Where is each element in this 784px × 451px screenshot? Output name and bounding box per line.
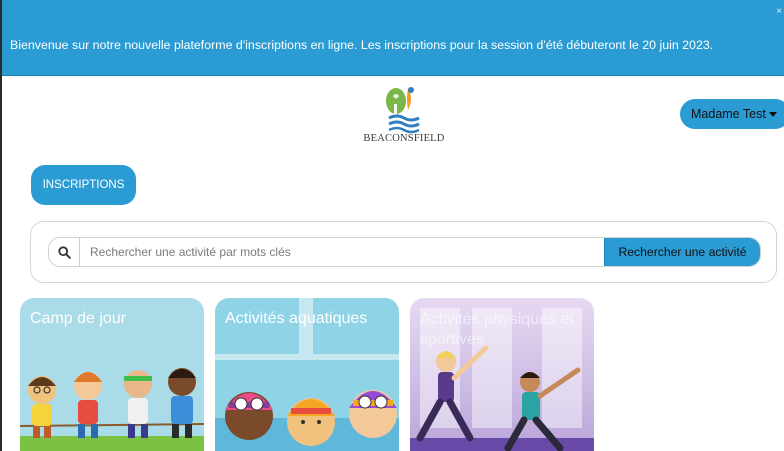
category-title: Activités aquatiques bbox=[225, 310, 368, 327]
inscriptions-button[interactable]: INSCRIPTIONS bbox=[31, 165, 136, 205]
category-title: Camp de jour bbox=[30, 310, 127, 327]
user-menu-label: Madame Test bbox=[691, 107, 766, 121]
search-icon bbox=[49, 238, 80, 266]
category-card-activites-physiques[interactable]: Activités physiques et sportives bbox=[410, 298, 594, 451]
logo-mark-icon bbox=[386, 87, 420, 134]
user-menu-button[interactable]: Madame Test bbox=[680, 99, 784, 129]
close-icon[interactable]: × bbox=[776, 6, 782, 17]
category-card-activites-aquatiques[interactable]: Activités aquatiques bbox=[215, 298, 399, 451]
category-card-camp-de-jour[interactable]: Camp de jour bbox=[20, 298, 204, 451]
category-title: Activités physiques et sportives bbox=[420, 311, 574, 348]
search-input[interactable] bbox=[80, 238, 604, 266]
banner-message: Bienvenue sur notre nouvelle plateforme … bbox=[10, 38, 714, 52]
search-submit-button[interactable]: Rechercher une activité bbox=[604, 238, 760, 266]
logo-text: BEACONSFIELD bbox=[363, 133, 445, 144]
caret-down-icon bbox=[768, 111, 777, 117]
search-group: Rechercher une activité bbox=[48, 237, 761, 267]
search-panel: Rechercher une activité bbox=[30, 221, 777, 283]
beaconsfield-logo[interactable]: BEACONSFIELD bbox=[362, 84, 446, 146]
announcement-banner: Bienvenue sur notre nouvelle plateforme … bbox=[2, 0, 784, 76]
